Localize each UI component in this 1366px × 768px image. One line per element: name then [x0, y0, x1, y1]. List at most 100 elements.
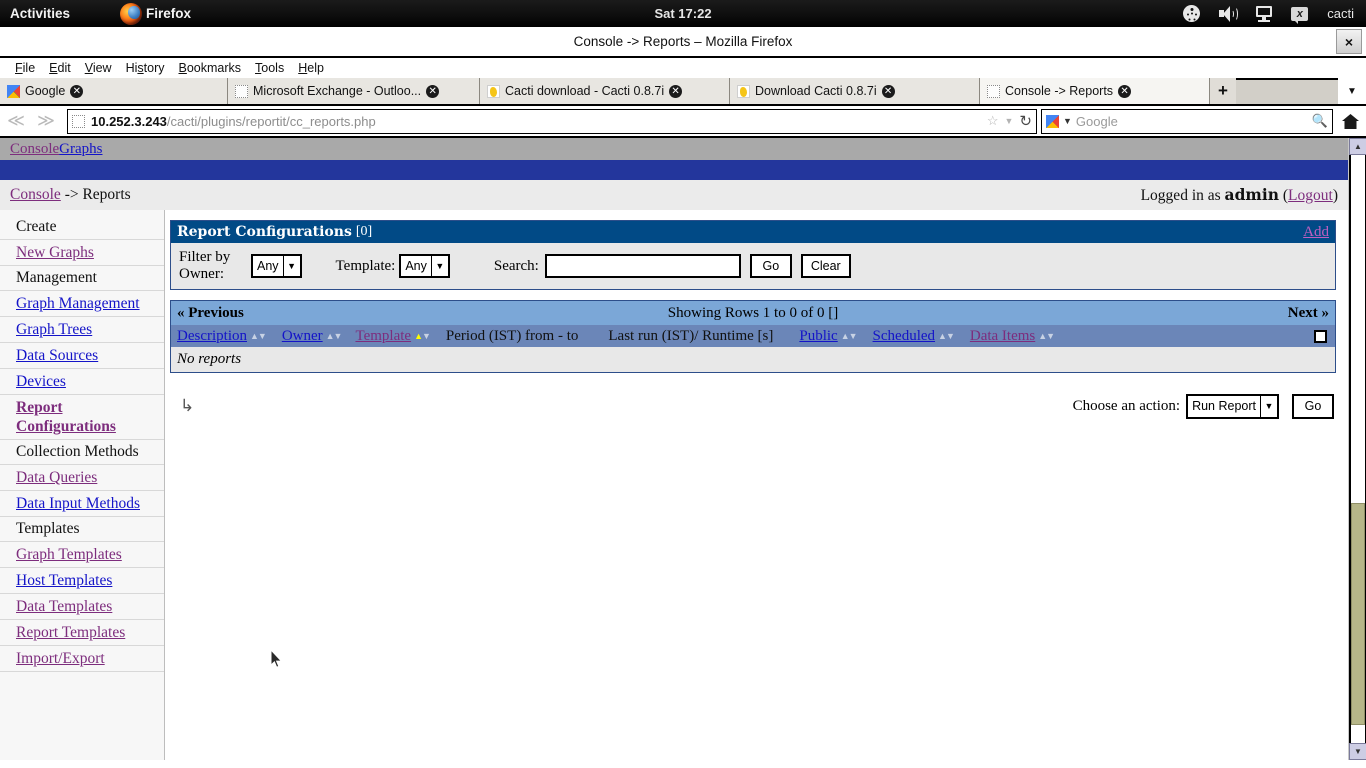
- browser-tab[interactable]: Cacti download - Cacti 0.8.7i ✕: [480, 78, 730, 104]
- scroll-up-button[interactable]: ▲: [1349, 138, 1366, 155]
- menu-help[interactable]: Help: [291, 60, 331, 76]
- tab-close-icon[interactable]: ✕: [1118, 84, 1132, 98]
- menu-history[interactable]: History: [119, 60, 172, 76]
- tab-close-icon[interactable]: ✕: [881, 84, 895, 98]
- action-go-button[interactable]: Go: [1292, 393, 1334, 419]
- menu-tools[interactable]: Tools: [248, 60, 291, 76]
- column-scheduled-link[interactable]: Scheduled: [873, 328, 935, 345]
- sidebar-item-label[interactable]: Report Configurations: [16, 399, 116, 435]
- owner-filter-select[interactable]: Any ▼: [251, 254, 302, 278]
- sidebar-item-label[interactable]: Graph Management: [16, 295, 140, 312]
- url-bar[interactable]: 10.252.3.243/cacti/plugins/reportit/cc_r…: [67, 108, 1037, 134]
- tab-close-icon[interactable]: ✕: [426, 84, 440, 98]
- sidebar-item-data-queries[interactable]: Data Queries: [0, 465, 164, 491]
- sidebar-item-label[interactable]: Graph Trees: [16, 321, 92, 338]
- column-template-link[interactable]: Template: [355, 328, 411, 345]
- column-scheduled[interactable]: Scheduled ▲▼: [873, 328, 955, 345]
- template-filter-select[interactable]: Any ▼: [399, 254, 450, 278]
- tab-close-icon[interactable]: ✕: [70, 84, 84, 98]
- column-data-items-link[interactable]: Data Items: [970, 328, 1035, 345]
- sidebar-item-label[interactable]: Data Queries: [16, 469, 97, 486]
- sidebar-item-label[interactable]: Data Input Methods: [16, 495, 140, 512]
- google-icon[interactable]: [1046, 114, 1059, 128]
- sidebar-item-graph-trees[interactable]: Graph Trees: [0, 317, 164, 343]
- search-bar[interactable]: ▼ Google 🔍: [1041, 108, 1333, 134]
- reload-icon[interactable]: ↻: [1019, 112, 1032, 130]
- sidebar-item-label[interactable]: Host Templates: [16, 572, 112, 589]
- sidebar-item-label[interactable]: Import/Export: [16, 650, 105, 667]
- next-page-link[interactable]: Next »: [1288, 305, 1329, 322]
- search-input[interactable]: [544, 254, 741, 278]
- sort-arrows-icon[interactable]: ▲▼: [1038, 331, 1055, 341]
- sidebar-item-label[interactable]: Report Templates: [16, 624, 125, 641]
- sort-arrows-icon[interactable]: ▲▼: [414, 331, 431, 341]
- sidebar-item-report-configurations[interactable]: Report Configurations: [0, 395, 164, 440]
- menu-bookmarks[interactable]: Bookmarks: [172, 60, 249, 76]
- scrollbar-thumb[interactable]: [1351, 503, 1365, 725]
- column-template[interactable]: Template ▲▼: [355, 328, 431, 345]
- accessibility-icon[interactable]: [1183, 5, 1201, 22]
- sort-arrows-icon[interactable]: ▲▼: [250, 331, 267, 341]
- browser-tab[interactable]: Download Cacti 0.8.7i ✕: [730, 78, 980, 104]
- home-icon[interactable]: [1337, 108, 1363, 134]
- sort-arrows-icon[interactable]: ▲▼: [938, 331, 955, 341]
- sort-arrows-icon[interactable]: ▲▼: [326, 331, 343, 341]
- sidebar-item-label[interactable]: New Graphs: [16, 244, 94, 261]
- sidebar-item-data-sources[interactable]: Data Sources: [0, 343, 164, 369]
- list-all-tabs-icon[interactable]: ▼: [1338, 78, 1366, 104]
- volume-icon[interactable]: [1219, 5, 1239, 22]
- sidebar-item-label[interactable]: Graph Templates: [16, 546, 122, 563]
- chevron-down-icon[interactable]: ▼: [1063, 116, 1072, 126]
- select-all-checkbox-cell[interactable]: [1314, 329, 1327, 343]
- tab-close-icon[interactable]: ✕: [669, 84, 683, 98]
- column-public[interactable]: Public ▲▼: [799, 328, 858, 345]
- column-data-items[interactable]: Data Items ▲▼: [970, 328, 1055, 345]
- browser-tab[interactable]: Google ✕: [0, 78, 228, 104]
- search-go-button[interactable]: Go: [749, 254, 792, 278]
- column-public-link[interactable]: Public: [799, 328, 837, 345]
- back-button[interactable]: ≪: [3, 108, 29, 134]
- browser-tab-active[interactable]: Console -> Reports ✕: [980, 78, 1210, 104]
- sidebar-item-new-graphs[interactable]: New Graphs: [0, 240, 164, 266]
- sidebar-item-data-templates[interactable]: Data Templates: [0, 594, 164, 620]
- sidebar-item-import-export[interactable]: Import/Export: [0, 646, 164, 672]
- chevron-down-icon[interactable]: ▼: [282, 256, 300, 276]
- magnifier-icon[interactable]: 🔍: [1312, 113, 1328, 129]
- sidebar-item-label[interactable]: Data Sources: [16, 347, 98, 364]
- new-tab-button[interactable]: +: [1210, 78, 1236, 104]
- column-owner[interactable]: Owner ▲▼: [282, 328, 343, 345]
- app-indicator[interactable]: Firefox: [120, 2, 191, 25]
- chevron-down-icon[interactable]: ▼: [430, 256, 448, 276]
- sidebar-item-label[interactable]: Data Templates: [16, 598, 112, 615]
- select-all-checkbox[interactable]: [1314, 329, 1327, 343]
- sidebar-item-data-input-methods[interactable]: Data Input Methods: [0, 491, 164, 517]
- bookmark-star-icon[interactable]: ☆: [987, 113, 999, 129]
- display-icon[interactable]: [1256, 5, 1273, 22]
- user-menu[interactable]: cacti: [1327, 6, 1354, 21]
- sidebar-item-devices[interactable]: Devices: [0, 369, 164, 395]
- scroll-down-button[interactable]: ▼: [1349, 743, 1366, 760]
- action-select[interactable]: Run Report ▼: [1186, 393, 1279, 419]
- search-input[interactable]: Google: [1076, 114, 1308, 129]
- add-report-link[interactable]: Add: [1303, 224, 1329, 241]
- sidebar-item-label[interactable]: Devices: [16, 373, 66, 390]
- sidebar-item-report-templates[interactable]: Report Templates: [0, 620, 164, 646]
- page-scrollbar[interactable]: ▲ ▼: [1348, 138, 1366, 760]
- breadcrumb-console-link[interactable]: Console: [10, 186, 61, 203]
- chat-icon[interactable]: x: [1291, 6, 1309, 24]
- search-clear-button[interactable]: Clear: [800, 254, 851, 278]
- window-close-button[interactable]: ×: [1336, 29, 1362, 54]
- site-identity-icon[interactable]: [72, 114, 85, 128]
- scrollbar-track[interactable]: [1349, 155, 1366, 743]
- previous-page-link[interactable]: « Previous: [177, 305, 244, 322]
- column-description[interactable]: Description ▲▼: [177, 328, 267, 345]
- sidebar-item-graph-management[interactable]: Graph Management: [0, 291, 164, 317]
- activities-button[interactable]: Activities: [10, 6, 70, 21]
- clock[interactable]: Sat 17:22: [0, 6, 1366, 21]
- chevron-down-icon[interactable]: ▼: [1005, 116, 1014, 126]
- menu-view[interactable]: View: [78, 60, 119, 76]
- sort-arrows-icon[interactable]: ▲▼: [841, 331, 858, 341]
- topnav-console-link[interactable]: Console: [10, 141, 59, 157]
- sidebar-item-host-templates[interactable]: Host Templates: [0, 568, 164, 594]
- menu-edit[interactable]: Edit: [42, 60, 78, 76]
